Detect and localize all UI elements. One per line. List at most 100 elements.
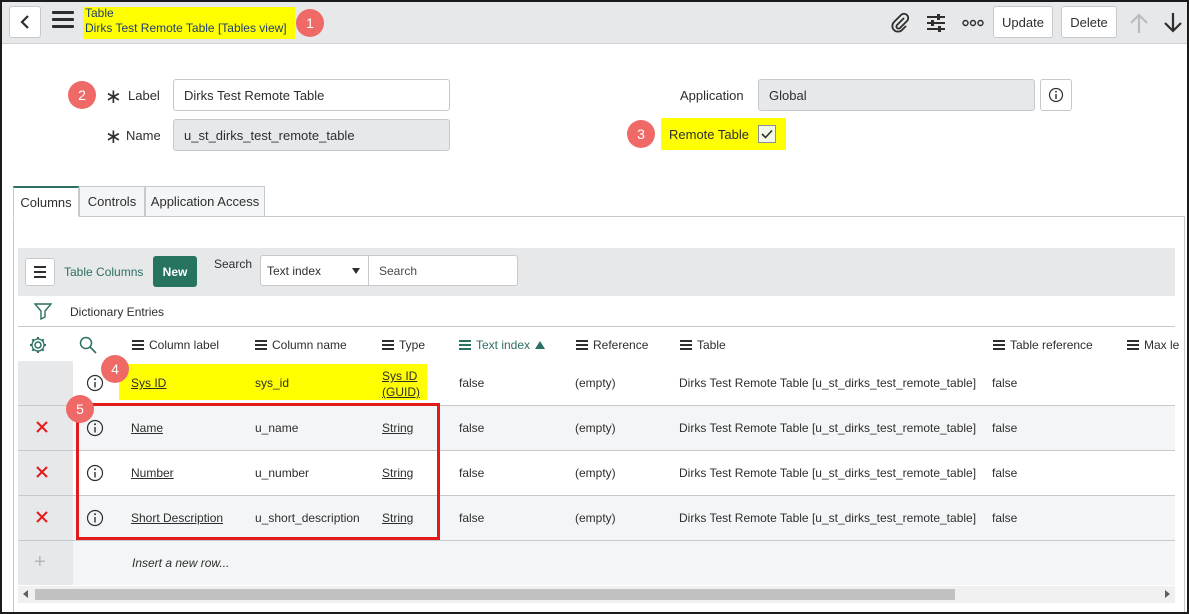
- info-icon: [1048, 87, 1064, 103]
- column-header-max-length[interactable]: Max le: [1127, 338, 1179, 352]
- personalize-form-icon[interactable]: [924, 11, 948, 35]
- insert-row[interactable]: + Insert a new row...: [18, 541, 1175, 585]
- cell-text-index: false: [459, 421, 485, 435]
- horizontal-scrollbar[interactable]: [18, 586, 1175, 603]
- column-menu-icon[interactable]: [255, 338, 267, 352]
- breadcrumb-item[interactable]: Dictionary Entries: [70, 305, 164, 319]
- row-gutter: [18, 361, 73, 405]
- application-field-label: Application: [680, 88, 744, 103]
- record-title-highlight: Table Dirks Test Remote Table [Tables vi…: [83, 7, 295, 39]
- column-menu-icon[interactable]: [680, 338, 692, 352]
- form-header: Table Dirks Test Remote Table [Tables vi…: [2, 2, 1187, 44]
- sort-ascending-icon: [535, 341, 546, 349]
- search-field-value: Text index: [267, 263, 322, 278]
- column-menu-icon[interactable]: [132, 338, 144, 352]
- annotation-callout-1: 1: [296, 9, 324, 37]
- column-header-reference[interactable]: Reference: [576, 338, 648, 352]
- insert-row-label[interactable]: Insert a new row...: [132, 556, 229, 570]
- column-header-table[interactable]: Table: [680, 338, 726, 352]
- label-field-label: Label: [128, 88, 160, 103]
- list-context-menu-button[interactable]: [25, 258, 55, 286]
- application-field: Global: [758, 79, 1035, 111]
- list-toolbar: Table Columns New Search Text index Sear…: [18, 248, 1175, 296]
- tab-columns[interactable]: Columns: [13, 186, 79, 217]
- update-button[interactable]: Update: [993, 6, 1053, 38]
- delete-row-icon[interactable]: [35, 420, 49, 434]
- remote-table-checkbox[interactable]: [758, 125, 776, 143]
- cell-table: Dirks Test Remote Table [u_st_dirks_test…: [679, 376, 977, 390]
- scrollbar-thumb[interactable]: [35, 589, 955, 600]
- scroll-right-icon[interactable]: [1165, 590, 1170, 598]
- annotation-callout-2: 2: [68, 81, 96, 109]
- scroll-left-icon[interactable]: [23, 590, 28, 598]
- filter-icon[interactable]: [34, 302, 52, 320]
- column-header-column-name[interactable]: Column name: [255, 338, 347, 352]
- cell-table-reference: false: [992, 376, 1018, 390]
- cell-table: Dirks Test Remote Table [u_st_dirks_test…: [679, 511, 977, 525]
- cell-column-label[interactable]: Sys ID: [131, 376, 166, 390]
- tab-application-access[interactable]: Application Access: [145, 186, 265, 217]
- table-header: Column label Column name Type Text index…: [18, 326, 1179, 362]
- chevron-down-icon: [352, 268, 360, 274]
- gear-icon[interactable]: [29, 336, 47, 354]
- cell-reference: (empty): [575, 511, 616, 525]
- search-label: Search: [214, 257, 253, 271]
- cell-text-index: false: [459, 376, 485, 390]
- annotation-callout-4: 4: [101, 355, 129, 383]
- paperclip-icon[interactable]: [888, 11, 912, 35]
- application-info-button[interactable]: [1040, 79, 1072, 111]
- new-button[interactable]: New: [153, 256, 197, 287]
- checkmark-icon: [761, 129, 773, 139]
- column-header-column-label[interactable]: Column label: [132, 338, 219, 352]
- delete-row-icon[interactable]: [35, 510, 49, 524]
- arrow-up-icon[interactable]: [1127, 11, 1151, 35]
- name-field: u_st_dirks_test_remote_table: [173, 119, 450, 151]
- cell-column-name: sys_id: [255, 376, 290, 390]
- annotation-callout-3: 3: [627, 120, 655, 148]
- remote-table-highlight: Remote Table: [661, 118, 786, 150]
- tab-controls[interactable]: Controls: [79, 186, 145, 217]
- annotation-callout-5: 5: [66, 395, 94, 423]
- more-options-icon[interactable]: [961, 11, 985, 35]
- column-header-table-reference[interactable]: Table reference: [993, 338, 1093, 352]
- column-menu-icon[interactable]: [1127, 338, 1139, 352]
- delete-row-icon[interactable]: [35, 465, 49, 479]
- cell-table-reference: false: [992, 511, 1018, 525]
- column-menu-icon[interactable]: [576, 338, 588, 352]
- insert-row-cell: [73, 541, 1175, 585]
- cell-table-reference: false: [992, 421, 1018, 435]
- column-menu-icon[interactable]: [382, 338, 394, 352]
- search-icon[interactable]: [79, 336, 97, 354]
- arrow-down-icon[interactable]: [1161, 11, 1185, 35]
- remote-table-label: Remote Table: [669, 127, 749, 142]
- info-icon[interactable]: [86, 374, 104, 392]
- name-field-label: Name: [126, 128, 161, 143]
- cell-text-index: false: [459, 466, 485, 480]
- delete-button[interactable]: Delete: [1061, 6, 1117, 38]
- label-field[interactable]: Dirks Test Remote Table: [173, 79, 450, 111]
- column-menu-icon[interactable]: [459, 338, 471, 352]
- column-header-type[interactable]: Type: [382, 338, 425, 352]
- cell-type[interactable]: Sys ID (GUID): [382, 368, 420, 400]
- annotation-highlight-box: [76, 403, 440, 540]
- chevron-left-icon: [20, 15, 29, 29]
- cell-reference: (empty): [575, 466, 616, 480]
- menu-icon[interactable]: [52, 11, 74, 31]
- record-type: Table: [85, 6, 114, 20]
- column-menu-icon[interactable]: [993, 338, 1005, 352]
- record-title: Dirks Test Remote Table [Tables view]: [85, 21, 287, 35]
- cell-reference: (empty): [575, 421, 616, 435]
- list-title[interactable]: Table Columns: [64, 265, 143, 279]
- plus-icon[interactable]: +: [34, 551, 46, 574]
- required-indicator-label: ∗: [105, 86, 122, 108]
- breadcrumb: Dictionary Entries: [18, 296, 1175, 326]
- cell-table: Dirks Test Remote Table [u_st_dirks_test…: [679, 466, 977, 480]
- search-input[interactable]: Search: [368, 255, 518, 286]
- back-button[interactable]: [9, 6, 41, 38]
- search-field-select[interactable]: Text index: [260, 255, 369, 286]
- cell-table-reference: false: [992, 466, 1018, 480]
- cell-reference: (empty): [575, 376, 616, 390]
- column-header-text-index[interactable]: Text index: [459, 338, 546, 352]
- cell-text-index: false: [459, 511, 485, 525]
- cell-table: Dirks Test Remote Table [u_st_dirks_test…: [679, 421, 977, 435]
